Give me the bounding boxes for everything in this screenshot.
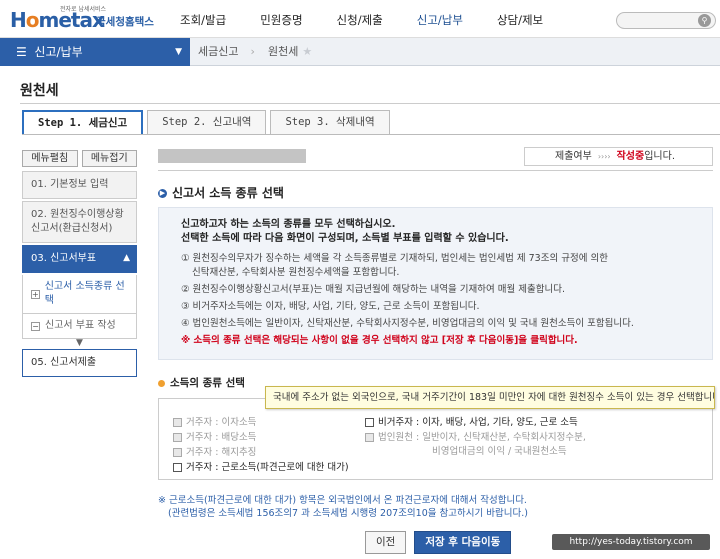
labor-note: ※ 근로소득(파견근로에 대한 대가) 항목은 외국법인에서 온 파견근로자에 …: [158, 494, 528, 520]
section-title: ▶ 신고서 소득 종류 선택: [158, 184, 284, 201]
global-nav: 조회/발급 민원증명 신청/제출 신고/납부 상담/제보: [180, 12, 577, 28]
status-value: 작성중: [616, 151, 645, 162]
section-title-text: 신고서 소득 종류 선택: [172, 186, 284, 200]
labor-note-line1: ※ 근로소득(파견근로에 대한 대가) 항목은 외국법인에서 온 파견근로자에 …: [158, 495, 527, 506]
breadcrumb-label: 세금신고: [198, 45, 239, 58]
arrow-down-icon: ▼: [76, 338, 83, 348]
breadcrumb-label: 원천세: [268, 45, 299, 58]
logo-brand: Hometax: [10, 8, 105, 32]
checkbox-label: 거주자 : 배당소득: [186, 432, 257, 443]
title-divider: [20, 103, 720, 104]
instruction-lead-2: 선택한 소득에 따라 다음 화면이 구성되며, 소득별 부표를 입력할 수 있습…: [181, 233, 509, 244]
instruction-item: ② 원천징수이행상황신고서(부표)는 매월 지급년월에 해당하는 내역을 기재하…: [181, 284, 565, 295]
save-next-button[interactable]: 저장 후 다음이동: [414, 531, 512, 554]
checkbox-label: 거주자 : 근로소득(파견근로에 대한 대가): [186, 462, 349, 473]
menu-collapse-button[interactable]: 메뉴접기: [81, 150, 137, 167]
tab-step3[interactable]: Step 3. 삭제내역: [270, 110, 390, 134]
checkbox-icon: [173, 448, 182, 457]
checkbox-nonresident[interactable]: 비거주자 : 이자, 배당, 사업, 기타, 양도, 근로 소득: [365, 416, 578, 430]
minus-icon: −: [31, 321, 40, 331]
instruction-item: ① 원천징수의무자가 징수하는 세액을 각 소득종류별로 기재하되, 법인세는 …: [181, 253, 608, 264]
page-title: 원천세: [20, 83, 59, 99]
sidebar-subitem-income-type[interactable]: + 신고서 소득종류 선택: [22, 275, 137, 314]
instructions-box: 신고하고자 하는 소득의 종류를 모두 선택하십시오. 선택한 소득에 따라 다…: [158, 207, 713, 360]
top-header: 전자로 납세서비스 Hometax 국세청홈택스 조회/발급 민원증명 신청/제…: [0, 0, 720, 38]
tab-divider: [22, 134, 720, 135]
action-buttons: 이전 저장 후 다음이동: [365, 531, 512, 554]
taxpayer-info-bar: [158, 149, 306, 163]
instruction-item: ④ 법인원천소득에는 일반이자, 신탁재산분, 수탁회사지정수분, 비영업대금의…: [181, 318, 634, 329]
checkbox-icon: [173, 433, 182, 442]
checkbox-icon: [173, 463, 182, 472]
instruction-item: ③ 비거주자소득에는 이자, 배당, 사업, 기타, 양도, 근로 소득이 포함…: [181, 301, 480, 312]
sidebar-item-submit[interactable]: 05. 신고서제출: [22, 349, 137, 377]
checkbox-resident-dividend[interactable]: 거주자 : 배당소득: [173, 431, 256, 445]
tab-step2[interactable]: Step 2. 신고내역: [147, 110, 267, 134]
checkbox-label-line1: 법인원천 : 일반이자, 신탁재산분, 수탁회사지정수분,: [378, 432, 586, 443]
status-label: 제출여부: [555, 151, 592, 162]
logo-subtitle: 국세청홈택스: [96, 16, 154, 28]
instruction-list: ① 원천징수의무자가 징수하는 세액을 각 소득종류별로 기재하되, 법인세는 …: [181, 252, 700, 348]
menu-toggle-buttons: 메뉴펼침 메뉴접기: [22, 150, 137, 167]
checkbox-label-line2: 비영업대금의 이익 / 국내원천소득: [432, 446, 567, 457]
gnb-item-consult[interactable]: 상담/제보: [497, 12, 543, 28]
status-arrows: ››››: [597, 152, 611, 161]
plus-icon: +: [31, 289, 40, 299]
sidebar-item-label: 03. 신고서부표: [31, 253, 97, 264]
sidebar-item-attachment[interactable]: 03. 신고서부표 ▲: [22, 245, 137, 273]
search-icon[interactable]: ⚲: [698, 14, 711, 27]
checkbox-label: 거주자 : 이자소득: [186, 417, 257, 428]
instruction-lead-1: 신고하고자 하는 소득의 종류를 모두 선택하십시오.: [181, 219, 396, 230]
search-input[interactable]: ⚲: [616, 12, 716, 29]
breadcrumb-tax-report[interactable]: 세금신고 ›: [198, 38, 255, 66]
gnb-item-civil[interactable]: 민원증명: [260, 12, 302, 28]
sidebar-subitem-label: 신고서 부표 작성: [45, 320, 116, 331]
nav-menu-button[interactable]: ☰ 신고/납부 ▼: [0, 38, 190, 66]
sub-nav: ☰ 신고/납부 ▼ 세금신고 › 원천세 ★: [0, 38, 720, 66]
checkbox-label: 비거주자 : 이자, 배당, 사업, 기타, 양도, 근로 소득: [378, 417, 578, 428]
dot-icon: [158, 379, 165, 387]
breadcrumb-withholding[interactable]: 원천세 ★: [268, 38, 312, 66]
submission-status: 제출여부 ›››› 작성중입니다.: [524, 147, 713, 166]
gnb-item-inquiry[interactable]: 조회/발급: [180, 12, 226, 28]
checkbox-icon: [365, 418, 374, 427]
prev-button[interactable]: 이전: [365, 531, 407, 554]
menu-expand-button[interactable]: 메뉴펼침: [22, 150, 78, 167]
nav-main-label: 신고/납부: [34, 45, 83, 59]
instruction-item: 신탁재산분, 수탁회사분 원천징수세액을 포함합니다.: [192, 267, 400, 278]
step-tabs: Step 1. 세금신고 Step 2. 신고내역 Step 3. 삭제내역: [22, 110, 394, 134]
checkbox-resident-cancel[interactable]: 거주자 : 해지추징: [173, 446, 256, 460]
checkbox-label: 거주자 : 해지추징: [186, 447, 257, 458]
sidebar-subitem-attachment-write[interactable]: − 신고서 부표 작성: [22, 314, 137, 339]
checkbox-icon: [365, 433, 374, 442]
section-divider: [158, 170, 713, 171]
checkbox-resident-labor[interactable]: 거주자 : 근로소득(파견근로에 대한 대가): [173, 461, 349, 475]
instruction-warning: ※ 소득의 종류 선택은 해당되는 사항이 없을 경우 선택하지 않고 [저장 …: [181, 335, 578, 346]
sidebar-subitem-label: 신고서 소득종류 선택: [44, 281, 125, 306]
income-kind-title-text: 소득의 종류 선택: [170, 377, 245, 389]
menu-icon: ☰: [16, 45, 27, 59]
sidebar-item-report-form[interactable]: 02. 원천징수이행상황신고서(환급신청서): [22, 201, 137, 243]
nonresident-tooltip: 국내에 주소가 없는 외국인으로, 국내 거주기간이 183일 미만인 자에 대…: [265, 386, 715, 409]
income-kind-box: 거주자 : 이자소득 거주자 : 배당소득 거주자 : 해지추징 거주자 : 근…: [158, 398, 713, 480]
step-sidebar: 메뉴펼침 메뉴접기 01. 기본정보 입력 02. 원천징수이행상황신고서(환급…: [22, 150, 137, 377]
chevron-up-icon: ▲: [123, 253, 130, 263]
income-kind-title: 소득의 종류 선택: [158, 375, 245, 390]
labor-note-line2: (관련법령은 소득세법 156조의7 과 소득세법 시행령 207조의10을 참…: [168, 508, 528, 519]
gnb-item-report[interactable]: 신고/납부: [417, 12, 463, 28]
star-icon[interactable]: ★: [302, 45, 312, 58]
tab-step1[interactable]: Step 1. 세금신고: [22, 110, 144, 134]
sidebar-item-basic-info[interactable]: 01. 기본정보 입력: [22, 171, 137, 199]
checkbox-icon: [173, 418, 182, 427]
status-suffix: 입니다.: [644, 151, 675, 162]
watermark: http://yes-today.tistory.com: [552, 534, 710, 550]
breadcrumb-separator-icon: ›: [250, 45, 255, 58]
checkbox-resident-interest[interactable]: 거주자 : 이자소득: [173, 416, 256, 430]
checkbox-corporate-source[interactable]: 법인원천 : 일반이자, 신탁재산분, 수탁회사지정수분, 비영업대금의 이익 /…: [365, 431, 586, 459]
gnb-item-apply[interactable]: 신청/제출: [337, 12, 383, 28]
chevron-down-icon: ▼: [175, 47, 182, 57]
arrow-right-icon: ▶: [158, 189, 167, 198]
checkbox-label: 법인원천 : 일반이자, 신탁재산분, 수탁회사지정수분, 비영업대금의 이익 /…: [378, 431, 586, 459]
